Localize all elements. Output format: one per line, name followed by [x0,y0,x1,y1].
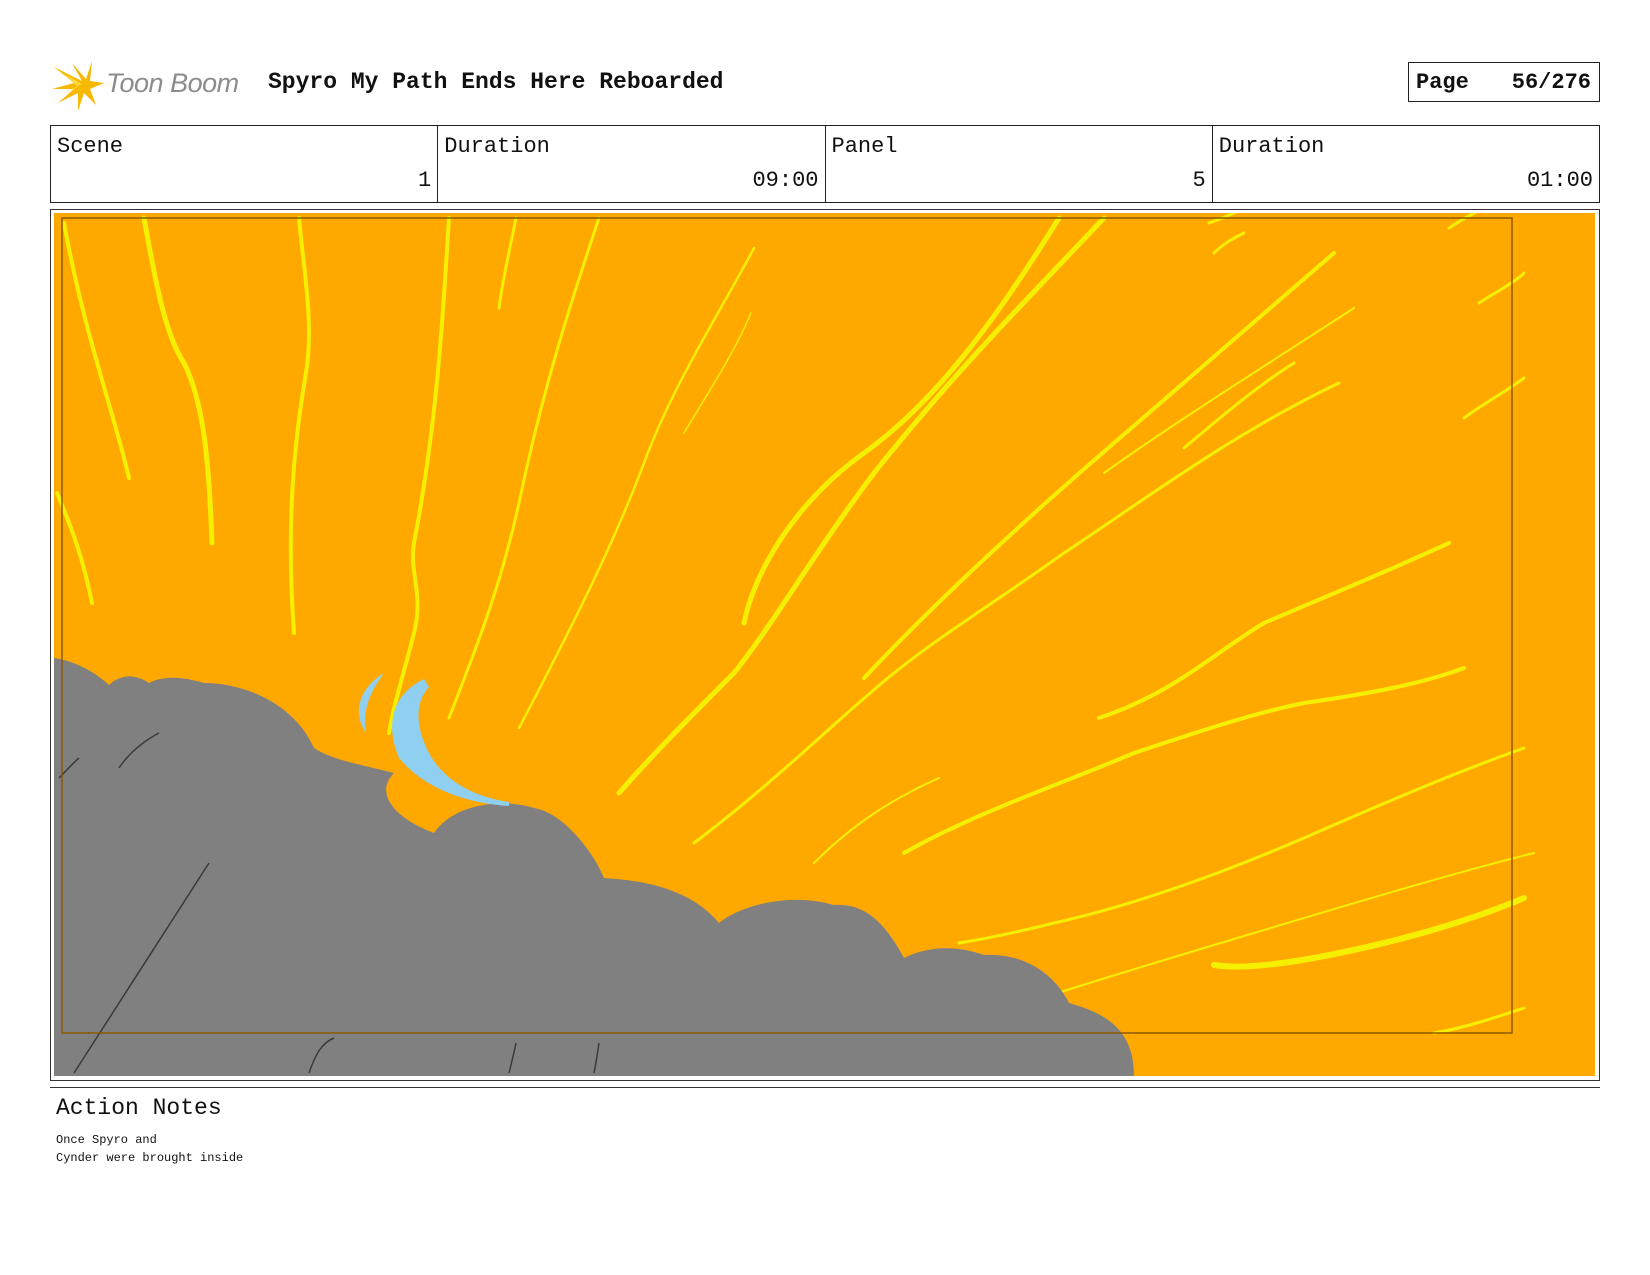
toon-boom-logo: Toon Boom [50,57,250,113]
panel-artwork [54,213,1595,1076]
action-notes-label: Action Notes [56,1095,222,1121]
panel-value: 5 [1192,168,1206,193]
document-title: Spyro My Path Ends Here Reboarded [268,69,724,95]
scene-cell: Scene 1 [51,126,439,202]
page-value: 56/276 [1511,69,1591,95]
action-notes-text: Once Spyro and Cynder were brought insid… [56,1131,243,1167]
page-number-box: Page 56/276 [1408,62,1600,102]
logo-text: Toon Boom [106,68,239,98]
starburst-logo-icon [52,61,104,111]
panel-duration-value: 01:00 [1526,168,1593,193]
scene-label: Scene [57,134,124,159]
panel-cell: Panel 5 [826,126,1213,202]
page-label: Page [1416,69,1469,95]
scene-duration-label: Duration [444,134,550,159]
scene-value: 1 [418,168,432,193]
panel-label: Panel [831,134,898,159]
page-header: Toon Boom Spyro My Path Ends Here Reboar… [50,55,1600,115]
panel-duration-cell: Duration 01:00 [1213,126,1599,202]
notes-divider [50,1087,1600,1088]
scene-info-table: Scene 1 Duration 09:00 Panel 5 Duration … [50,125,1600,203]
storyboard-panel [50,209,1600,1081]
scene-duration-cell: Duration 09:00 [438,126,826,202]
scene-duration-value: 09:00 [752,168,819,193]
notes-line: Once Spyro and [56,1133,157,1147]
panel-duration-label: Duration [1218,134,1325,159]
notes-line: Cynder were brought inside [56,1151,244,1165]
